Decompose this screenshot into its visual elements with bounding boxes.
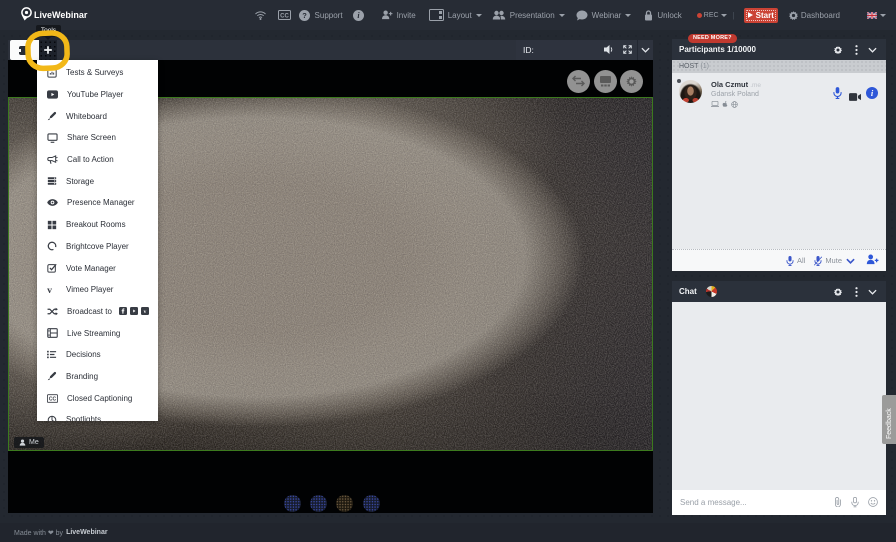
svg-text:?: ? (302, 11, 307, 20)
svg-text:CC: CC (49, 396, 57, 402)
svg-text:v: v (144, 309, 147, 315)
svg-text:v: v (47, 285, 52, 294)
svg-text:CC: CC (280, 13, 289, 19)
